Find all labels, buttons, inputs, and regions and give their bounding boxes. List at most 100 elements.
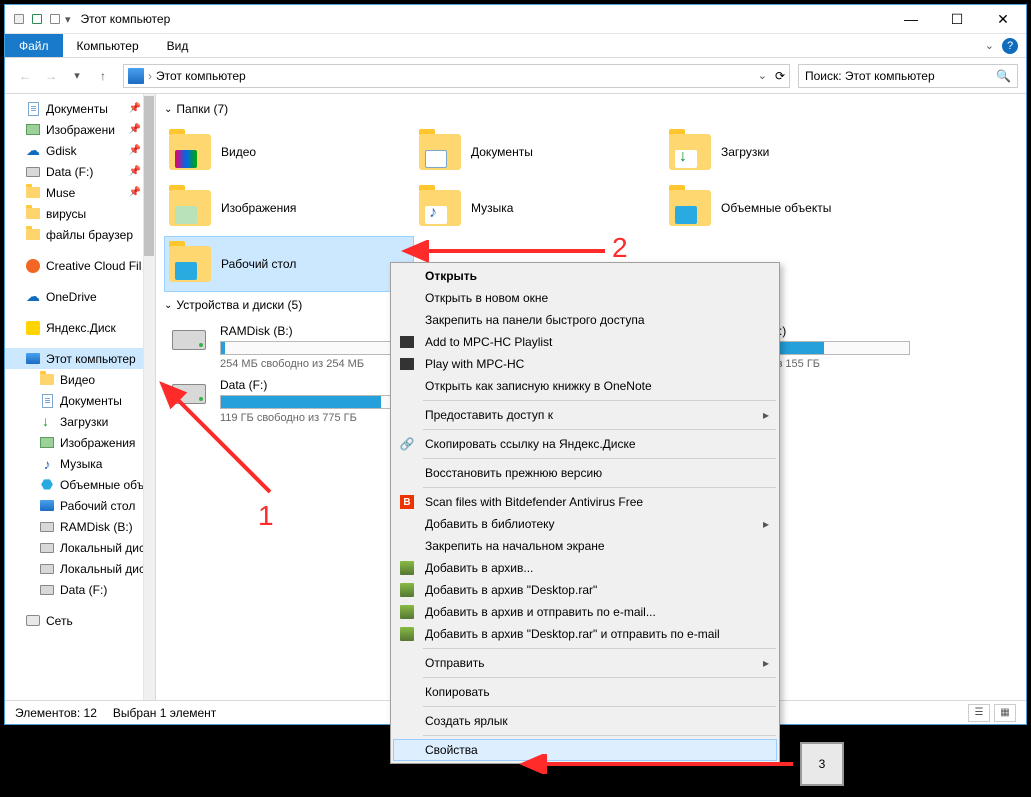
sidebar-item[interactable]: ⬣Объемные объ xyxy=(5,474,155,495)
sidebar-item[interactable]: Data (F:) xyxy=(5,579,155,600)
folder-item[interactable]: Изображения xyxy=(164,180,414,236)
breadcrumb[interactable]: › Этот компьютер ⌄ ⟳ xyxy=(123,64,790,88)
close-button[interactable]: ✕ xyxy=(980,5,1026,34)
image-icon xyxy=(40,437,54,448)
ribbon-collapse-icon[interactable]: ⌄ xyxy=(985,39,994,52)
menu-separator xyxy=(423,706,776,707)
view-details-button[interactable]: ☰ xyxy=(968,704,990,722)
cloud-icon: ☁ xyxy=(26,142,40,159)
up-button[interactable]: ↑ xyxy=(91,64,115,88)
sidebar-item[interactable]: Загрузки xyxy=(5,411,155,432)
pc-icon xyxy=(26,353,40,364)
minimize-button[interactable]: — xyxy=(888,5,934,34)
rar-icon xyxy=(399,582,415,598)
folder-item[interactable]: Видео xyxy=(164,124,414,180)
qat-dropdown-icon[interactable]: ▾ xyxy=(65,13,71,26)
sidebar-item[interactable]: Локальный дис xyxy=(5,558,155,579)
context-menu: Открыть Открыть в новом окне Закрепить н… xyxy=(390,262,780,764)
menu-item[interactable]: Открыть в новом окне xyxy=(393,287,777,309)
menu-item[interactable]: Отправить ▸ xyxy=(393,652,777,674)
chevron-right-icon[interactable]: › xyxy=(148,69,152,83)
sidebar-item[interactable]: Рабочий стол xyxy=(5,495,155,516)
menu-item[interactable]: B Scan files with Bitdefender Antivirus … xyxy=(393,491,777,513)
menu-item[interactable]: Предоставить доступ к ▸ xyxy=(393,404,777,426)
group-folders-header[interactable]: ⌄Папки (7) xyxy=(164,102,1018,116)
onedrive-icon: ☁ xyxy=(25,289,41,305)
sidebar-item[interactable]: Data (F:)📌 xyxy=(5,161,155,182)
back-button[interactable]: ← xyxy=(13,64,37,88)
menu-item[interactable]: Добавить в архив... xyxy=(393,557,777,579)
sidebar-item[interactable]: Изображения xyxy=(5,432,155,453)
sidebar-item-onedrive[interactable]: ☁OneDrive xyxy=(5,286,155,307)
document-icon xyxy=(28,102,39,116)
status-count: Элементов: 12 xyxy=(15,706,97,720)
menu-item[interactable]: Add to MPC-HC Playlist xyxy=(393,331,777,353)
menu-item[interactable]: Добавить в библиотеку ▸ xyxy=(393,513,777,535)
breadcrumb-dropdown-icon[interactable]: ⌄ xyxy=(758,69,767,82)
sidebar-item-this-pc[interactable]: Этот компьютер xyxy=(5,348,155,369)
menu-item[interactable]: Закрепить на начальном экране xyxy=(393,535,777,557)
sidebar-item[interactable]: Видео xyxy=(5,369,155,390)
menu-item[interactable]: Закрепить на панели быстрого доступа xyxy=(393,309,777,331)
sidebar-scrollbar[interactable] xyxy=(143,94,155,700)
sidebar-item[interactable]: Документы xyxy=(5,390,155,411)
refresh-icon[interactable]: ⟳ xyxy=(775,69,785,83)
folder-icon xyxy=(419,134,461,170)
sidebar-item-creative-cloud[interactable]: Creative Cloud Fil xyxy=(5,255,155,276)
status-selection: Выбран 1 элемент xyxy=(113,706,216,720)
recent-dropdown-icon[interactable]: ▾ xyxy=(65,64,89,88)
tab-file[interactable]: Файл xyxy=(5,34,63,57)
sidebar-item[interactable]: ♪Музыка xyxy=(5,453,155,474)
sidebar-item[interactable]: файлы браузер xyxy=(5,224,155,245)
rar-icon xyxy=(399,560,415,576)
folder-item[interactable]: Рабочий стол xyxy=(164,236,414,292)
menu-item[interactable]: Открыть как записную книжку в OneNote xyxy=(393,375,777,397)
menu-item[interactable]: Добавить в архив "Desktop.rar" xyxy=(393,579,777,601)
tab-view[interactable]: Вид xyxy=(153,34,203,57)
sidebar-item[interactable]: вирусы xyxy=(5,203,155,224)
sidebar-item[interactable]: Локальный дис xyxy=(5,537,155,558)
menu-item[interactable]: 🔗 Скопировать ссылку на Яндекс.Диске xyxy=(393,433,777,455)
qat-newfolder-icon[interactable] xyxy=(47,11,63,27)
maximize-button[interactable]: ☐ xyxy=(934,5,980,34)
folder-icon xyxy=(26,187,40,198)
navigation-pane[interactable]: Документы📌Изображени📌☁Gdisk📌Data (F:)📌Mu… xyxy=(5,94,156,700)
search-input[interactable]: Поиск: Этот компьютер 🔍 xyxy=(798,64,1018,88)
qat-properties-icon[interactable] xyxy=(29,11,45,27)
drive-icon xyxy=(40,585,54,595)
drive-item[interactable]: Data (F:) 119 ГБ свободно из 775 ГБ xyxy=(164,374,414,428)
menu-item[interactable]: Восстановить прежнюю версию xyxy=(393,462,777,484)
sidebar-item[interactable]: Изображени📌 xyxy=(5,119,155,140)
sidebar-item-network[interactable]: Сеть xyxy=(5,610,155,631)
folder-item[interactable]: Объемные объекты xyxy=(664,180,914,236)
menu-item[interactable]: Добавить в архив и отправить по e-mail..… xyxy=(393,601,777,623)
drive-item[interactable]: RAMDisk (B:) 254 МБ свободно из 254 МБ xyxy=(164,320,414,374)
folder-item[interactable]: Загрузки xyxy=(664,124,914,180)
breadcrumb-root[interactable]: Этот компьютер xyxy=(156,69,246,83)
window-title: Этот компьютер xyxy=(81,12,171,26)
sidebar-item[interactable]: Документы📌 xyxy=(5,98,155,119)
menu-item[interactable]: Свойства xyxy=(393,739,777,761)
sidebar-item-yandex-disk[interactable]: Яндекс.Диск xyxy=(5,317,155,338)
folder-item[interactable]: Музыка xyxy=(414,180,664,236)
search-placeholder: Поиск: Этот компьютер xyxy=(805,69,935,83)
network-icon xyxy=(26,615,40,626)
menu-item[interactable]: Открыть xyxy=(393,265,777,287)
menu-item[interactable]: Создать ярлык xyxy=(393,710,777,732)
menu-separator xyxy=(423,487,776,488)
forward-button[interactable]: → xyxy=(39,64,63,88)
submenu-arrow-icon: ▸ xyxy=(763,656,769,670)
folder-icon xyxy=(169,246,211,282)
menu-item[interactable]: Play with MPC-HC xyxy=(393,353,777,375)
view-tiles-button[interactable]: ▦ xyxy=(994,704,1016,722)
menu-separator xyxy=(423,735,776,736)
folder-item[interactable]: Документы xyxy=(414,124,664,180)
menu-item[interactable]: Добавить в архив "Desktop.rar" и отправи… xyxy=(393,623,777,645)
menu-item[interactable]: Копировать xyxy=(393,681,777,703)
sidebar-item[interactable]: ☁Gdisk📌 xyxy=(5,140,155,161)
tab-computer[interactable]: Компьютер xyxy=(63,34,153,57)
search-icon[interactable]: 🔍 xyxy=(996,69,1011,83)
sidebar-item[interactable]: RAMDisk (B:) xyxy=(5,516,155,537)
help-icon[interactable]: ? xyxy=(1002,38,1018,54)
sidebar-item[interactable]: Muse📌 xyxy=(5,182,155,203)
